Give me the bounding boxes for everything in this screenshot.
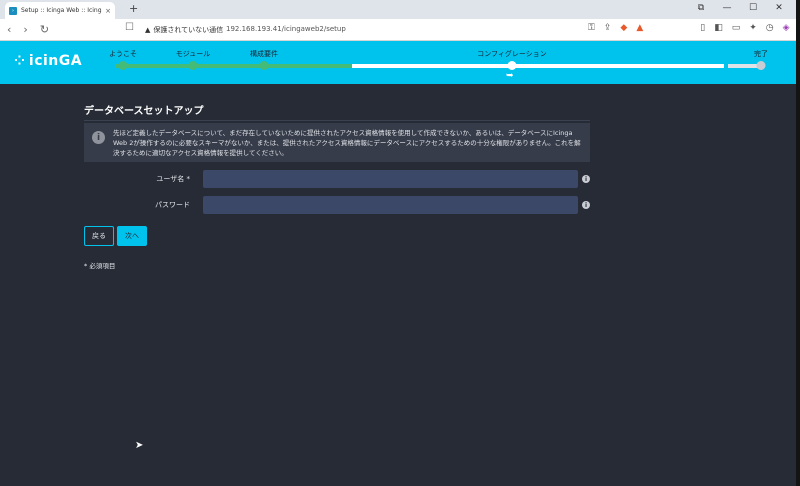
forward-arrow-icon[interactable]: › bbox=[23, 23, 27, 36]
password-label: パスワード bbox=[155, 201, 190, 209]
password-row: パスワード i bbox=[84, 196, 594, 214]
main-content: データベースセットアップ i 先ほど定義したデータベースについて、まだ存在してい… bbox=[84, 102, 594, 162]
bookmark-icon[interactable]: ☐ bbox=[125, 22, 134, 33]
icinga-logo: ⁘ icinGA bbox=[14, 53, 82, 69]
current-step-arrow-icon: ➥ bbox=[506, 71, 514, 81]
security-indicator[interactable]: ▲ 保護されていない通信 bbox=[145, 25, 223, 35]
info-note: i 先ほど定義したデータベースについて、まだ存在していないために提供されたアクセ… bbox=[84, 123, 590, 162]
logo-text: icinGA bbox=[28, 53, 83, 69]
leo-ai-icon[interactable]: ✦ bbox=[749, 23, 757, 33]
step-dot-modules bbox=[188, 61, 198, 70]
history-icon[interactable]: ◷ bbox=[766, 23, 774, 33]
username-row: ユーザ名 * i bbox=[84, 170, 594, 188]
sidebar-icon[interactable]: ▯ bbox=[700, 23, 705, 33]
step-label-configuration: コンフィグレーション bbox=[477, 50, 547, 58]
address-bar: ‹ › ↻ ☐ ▲ 保護されていない通信 192.168.193.41/icin… bbox=[0, 19, 800, 41]
icinga-logo-icon: ⁘ bbox=[14, 53, 25, 69]
maximize-button[interactable]: ☐ bbox=[746, 3, 760, 13]
setup-header: ⁘ icinGA ようこそ モジュール 構成要件 コンフィグレーション 完了 ➥ bbox=[0, 41, 796, 84]
icinga-favicon-icon: › bbox=[9, 6, 17, 15]
step-label-welcome: ようこそ bbox=[109, 50, 137, 58]
password-input[interactable] bbox=[203, 196, 578, 214]
browser-window: › Setup :: Icinga Web :: Icinga W... × +… bbox=[0, 0, 800, 486]
toolbar-icons: ⚿ ⇪ ◆ ▲ ▯ ◧ ▭ ✦ ◷ ◈ ≡ bbox=[588, 23, 800, 33]
step-label-requirements: 構成要件 bbox=[250, 50, 278, 58]
page-title: データベースセットアップ bbox=[84, 102, 590, 121]
step-dot-configuration bbox=[507, 61, 517, 70]
username-help-icon[interactable]: i bbox=[582, 175, 590, 183]
tab-bar: › Setup :: Icinga Web :: Icinga W... × +… bbox=[0, 0, 796, 19]
password-help-icon[interactable]: i bbox=[582, 201, 590, 209]
info-icon: i bbox=[92, 131, 105, 144]
required-fields-note: * 必須項目 bbox=[84, 262, 116, 270]
extensions-icon[interactable]: ◧ bbox=[714, 23, 723, 33]
vpn-icon[interactable]: ◈ bbox=[783, 23, 790, 33]
username-label: ユーザ名 * bbox=[156, 175, 190, 183]
new-tab-button[interactable]: + bbox=[129, 2, 138, 15]
back-arrow-icon[interactable]: ‹ bbox=[7, 23, 11, 36]
progress-track-final bbox=[728, 64, 760, 68]
url-field[interactable]: 192.168.193.41/icingaweb2/setup bbox=[226, 25, 346, 33]
wallet-icon[interactable]: ▭ bbox=[732, 23, 741, 33]
share-icon[interactable]: ⇪ bbox=[604, 23, 612, 33]
form-buttons: 戻る 次へ bbox=[84, 226, 147, 246]
step-label-modules: モジュール bbox=[175, 50, 211, 58]
step-dot-requirements bbox=[259, 61, 269, 70]
next-button[interactable]: 次へ bbox=[117, 226, 147, 246]
minimize-button[interactable]: — bbox=[720, 3, 734, 13]
reload-icon[interactable]: ↻ bbox=[40, 23, 49, 36]
back-button[interactable]: 戻る bbox=[84, 226, 114, 246]
mouse-cursor-icon: ➤ bbox=[135, 440, 144, 451]
window-controls: ⧉ — ☐ ✕ bbox=[694, 3, 786, 13]
desktop-edge bbox=[796, 0, 800, 486]
security-warning-text: 保護されていない通信 bbox=[153, 26, 224, 34]
nav-buttons: ‹ › ↻ bbox=[7, 23, 49, 36]
info-note-text: 先ほど定義したデータベースについて、まだ存在していないために提供されたアクセス資… bbox=[113, 129, 581, 157]
warning-icon: ▲ bbox=[145, 26, 151, 34]
step-dot-finish bbox=[756, 61, 766, 70]
restore-tabs-icon[interactable]: ⧉ bbox=[694, 3, 708, 13]
close-tab-icon[interactable]: × bbox=[105, 7, 111, 15]
progress-track-done bbox=[115, 64, 352, 68]
tab-title: Setup :: Icinga Web :: Icinga W... bbox=[21, 7, 102, 14]
close-window-button[interactable]: ✕ bbox=[772, 3, 786, 13]
step-dot-welcome bbox=[118, 61, 128, 70]
key-icon[interactable]: ⚿ bbox=[588, 23, 595, 33]
step-label-finish: 完了 bbox=[754, 50, 768, 58]
brave-rewards-icon[interactable]: ▲ bbox=[636, 23, 643, 33]
brave-shield-icon[interactable]: ◆ bbox=[620, 23, 627, 33]
progress-track-remaining bbox=[352, 64, 724, 68]
username-input[interactable] bbox=[203, 170, 578, 188]
browser-tab[interactable]: › Setup :: Icinga Web :: Icinga W... × bbox=[5, 2, 115, 19]
